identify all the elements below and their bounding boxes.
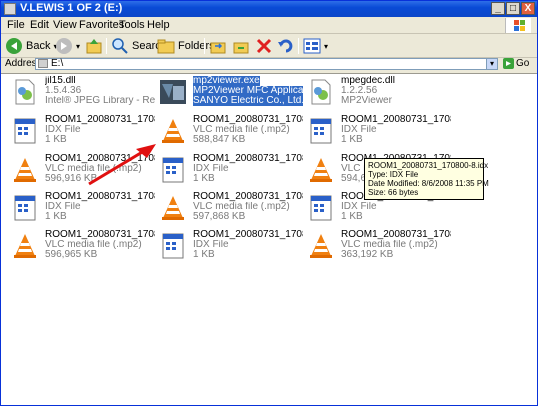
- tooltip-size: Size: 66 bytes: [368, 188, 419, 197]
- tooltip-modified: Date Modified: 8/6/2008 11:35 PM: [368, 179, 489, 188]
- file-info-tooltip: ROOM1_20080731_170800-8.idx Type: IDX Fi…: [364, 158, 489, 200]
- tooltip-name: ROOM1_20080731_170800-8.idx: [368, 161, 489, 170]
- annotation-arrow-line: [88, 149, 145, 186]
- explorer-window: V.LEWIS 1 OF 2 (E:) _ □ X File Edit View…: [0, 0, 538, 406]
- tooltip-type: Type: IDX File: [368, 170, 419, 179]
- annotation-arrow-head: [136, 144, 156, 158]
- annotation-overlay: [88, 144, 156, 186]
